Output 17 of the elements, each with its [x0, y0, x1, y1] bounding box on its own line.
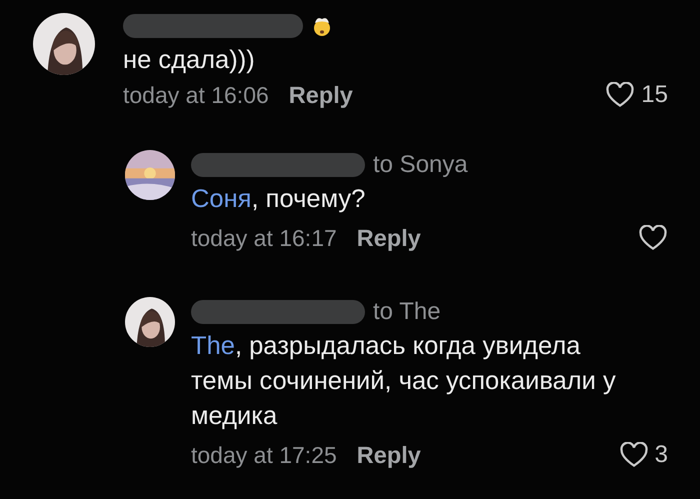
like-button[interactable]: 15	[605, 81, 668, 109]
comment-text: The, разрыдалась когда увидела темы сочинений, час успокаивали у медика	[191, 331, 617, 432]
timestamp: today at 16:06	[123, 82, 269, 108]
timestamp: today at 16:17	[191, 224, 337, 252]
reply-link[interactable]: Reply	[288, 82, 353, 108]
like-button[interactable]: 3	[618, 441, 668, 469]
like-button[interactable]	[638, 224, 668, 252]
comment-text: Соня, почему?	[191, 184, 366, 215]
reply-link[interactable]: Reply	[356, 442, 421, 468]
comment-text: не сдала)))	[123, 45, 256, 76]
heart-icon	[605, 82, 636, 108]
reply-target: to Sonya	[373, 151, 468, 179]
heart-icon	[618, 442, 649, 468]
heart-icon	[638, 224, 668, 252]
reply-link[interactable]: Reply	[356, 224, 421, 252]
timestamp: today at 17:25	[191, 442, 337, 468]
reply-target: to The	[373, 298, 441, 326]
